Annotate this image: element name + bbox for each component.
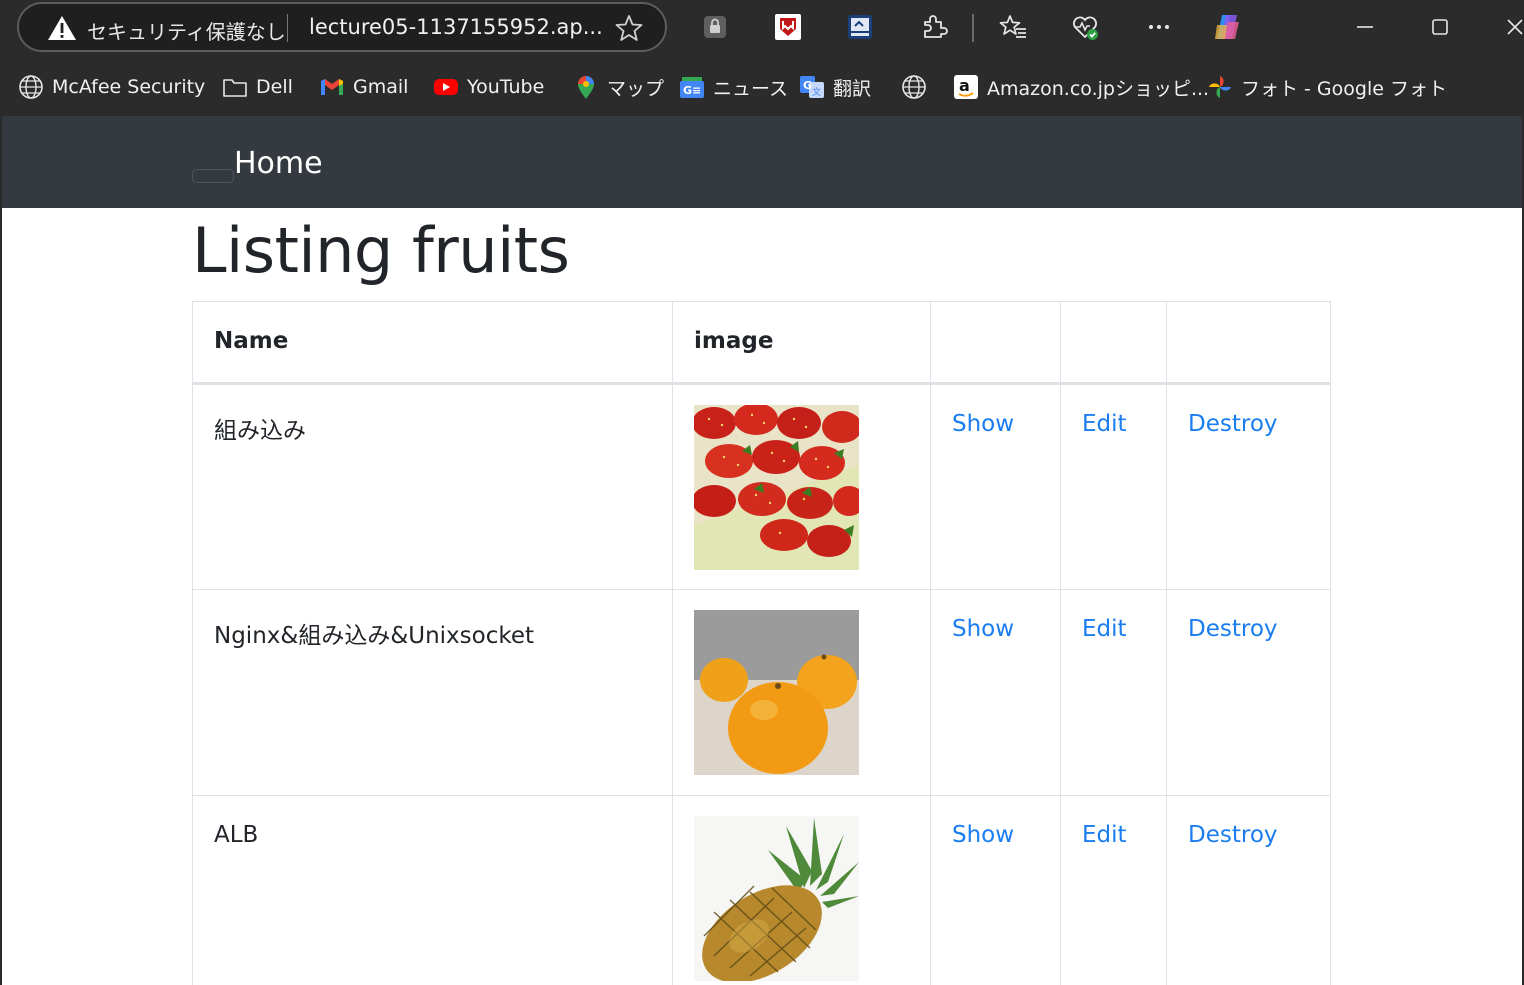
folder-icon [221,73,249,101]
minimize-window-icon[interactable] [1348,10,1382,44]
header-empty [1060,301,1167,385]
show-link[interactable]: Show [952,411,1014,437]
bookmark-mcafee[interactable]: McAfee Security [17,72,205,102]
bookmark-news[interactable]: G≡ ニュース [678,72,788,102]
fruit-image-cell [672,589,931,796]
show-link-cell: Show [930,589,1061,796]
bookmark-label: Amazon.co.jpショッピ... [987,77,1210,100]
svg-text:G≡: G≡ [683,84,701,97]
copilot-icon[interactable] [1210,10,1244,44]
screen-capture-extension-icon[interactable] [843,10,877,44]
maximize-window-icon[interactable] [1423,10,1457,44]
destroy-link-cell: Destroy [1166,589,1331,796]
warning-icon [48,16,76,40]
extensions-puzzle-icon[interactable] [917,10,951,44]
bookmark-label: Dell [256,76,293,98]
more-options-icon[interactable] [1142,10,1176,44]
news-icon: G≡ [678,73,706,101]
edit-link-cell: Edit [1060,795,1167,985]
destroy-link[interactable]: Destroy [1188,411,1278,437]
destroy-link[interactable]: Destroy [1188,616,1278,642]
bookmark-amazon[interactable]: a Amazon.co.jpショッピ... [952,72,1209,102]
destroy-link-cell: Destroy [1166,795,1331,985]
header-empty [930,301,1061,385]
youtube-icon [432,73,460,101]
address-divider [287,14,288,42]
table-header-row: Name image [192,301,1331,385]
navbar: Home [2,116,1522,208]
home-link[interactable]: Home [234,146,323,181]
web-page: Home Listing fruits Name image 組み込み Show… [2,116,1522,985]
bookmarks-bar: McAfee Security Dell Gmail YouTube マップ G… [0,60,1524,112]
header-image: image [672,301,931,385]
mandarin-oranges-image [694,610,859,775]
bookmark-label: YouTube [467,76,545,98]
bookmark-google-photos[interactable]: フォト - Google フォト [1206,72,1447,102]
table-row: ALB Show Edit Destroy [192,795,1331,985]
bookmark-label: マップ [607,77,665,100]
bookmark-maps[interactable]: マップ [572,72,664,102]
bookmark-label: ニュース [713,77,789,100]
edit-link[interactable]: Edit [1082,822,1127,848]
bookmark-translate[interactable]: G文 翻訳 [798,72,871,102]
toolbar-divider [972,14,974,42]
security-status-label[interactable]: セキュリティ保護なし [87,16,286,45]
photos-pinwheel-icon [1206,73,1234,101]
fruit-name: ALB [192,795,673,985]
url-text[interactable]: lecture05-1137155952.ap... [309,15,603,39]
show-link-cell: Show [930,795,1061,985]
table-row: Nginx&組み込み&Unixsocket Show Edit Destroy [192,589,1331,796]
mcafee-extension-icon[interactable] [771,10,805,44]
edit-link-cell: Edit [1060,589,1167,796]
bookmark-globe[interactable] [900,72,935,102]
password-lock-icon[interactable] [698,10,732,44]
pineapple-image [694,816,859,981]
bookmark-youtube[interactable]: YouTube [432,72,544,102]
bookmark-label: フォト - Google フォト [1241,77,1447,100]
fruit-name: 組み込み [192,383,673,590]
bookmark-label: Gmail [353,76,409,98]
destroy-link[interactable]: Destroy [1188,822,1278,848]
fruits-table: Name image 組み込み Show Edit Destroy Nginx&… [192,301,1331,985]
amazon-icon: a [952,73,980,101]
svg-text:文: 文 [812,86,821,98]
bookmark-label: McAfee Security [52,76,206,98]
globe-icon [900,73,928,101]
address-bar[interactable]: セキュリティ保護なし lecture05-1137155952.ap... [17,2,667,52]
bookmark-gmail[interactable]: Gmail [318,72,408,102]
show-link[interactable]: Show [952,616,1014,642]
header-empty [1166,301,1331,385]
table-row: 組み込み Show Edit Destroy [192,383,1331,590]
edit-link[interactable]: Edit [1082,411,1127,437]
fruit-image-cell [672,383,931,590]
close-window-icon[interactable] [1498,10,1524,44]
browser-toolbar: セキュリティ保護なし lecture05-1137155952.ap... [0,0,1524,56]
bookmark-label: 翻訳 [833,77,872,100]
svg-text:G: G [803,79,812,92]
svg-text:a: a [959,76,970,95]
bookmark-dell[interactable]: Dell [221,72,293,102]
fruit-name: Nginx&組み込み&Unixsocket [192,589,673,796]
show-link[interactable]: Show [952,822,1014,848]
maps-pin-icon [572,73,600,101]
strawberries-image [694,405,859,570]
edit-link-cell: Edit [1060,383,1167,590]
globe-icon [17,73,45,101]
translate-icon: G文 [798,73,826,101]
gmail-icon [318,73,346,101]
edit-link[interactable]: Edit [1082,616,1127,642]
favorite-star-icon[interactable] [615,14,643,42]
header-name: Name [192,301,673,385]
show-link-cell: Show [930,383,1061,590]
favorites-list-icon[interactable] [996,10,1030,44]
navbar-toggler-button[interactable] [192,169,234,183]
fruit-image-cell [672,795,931,985]
destroy-link-cell: Destroy [1166,383,1331,590]
page-title: Listing fruits [192,214,570,287]
browser-essentials-heart-icon[interactable] [1068,10,1102,44]
